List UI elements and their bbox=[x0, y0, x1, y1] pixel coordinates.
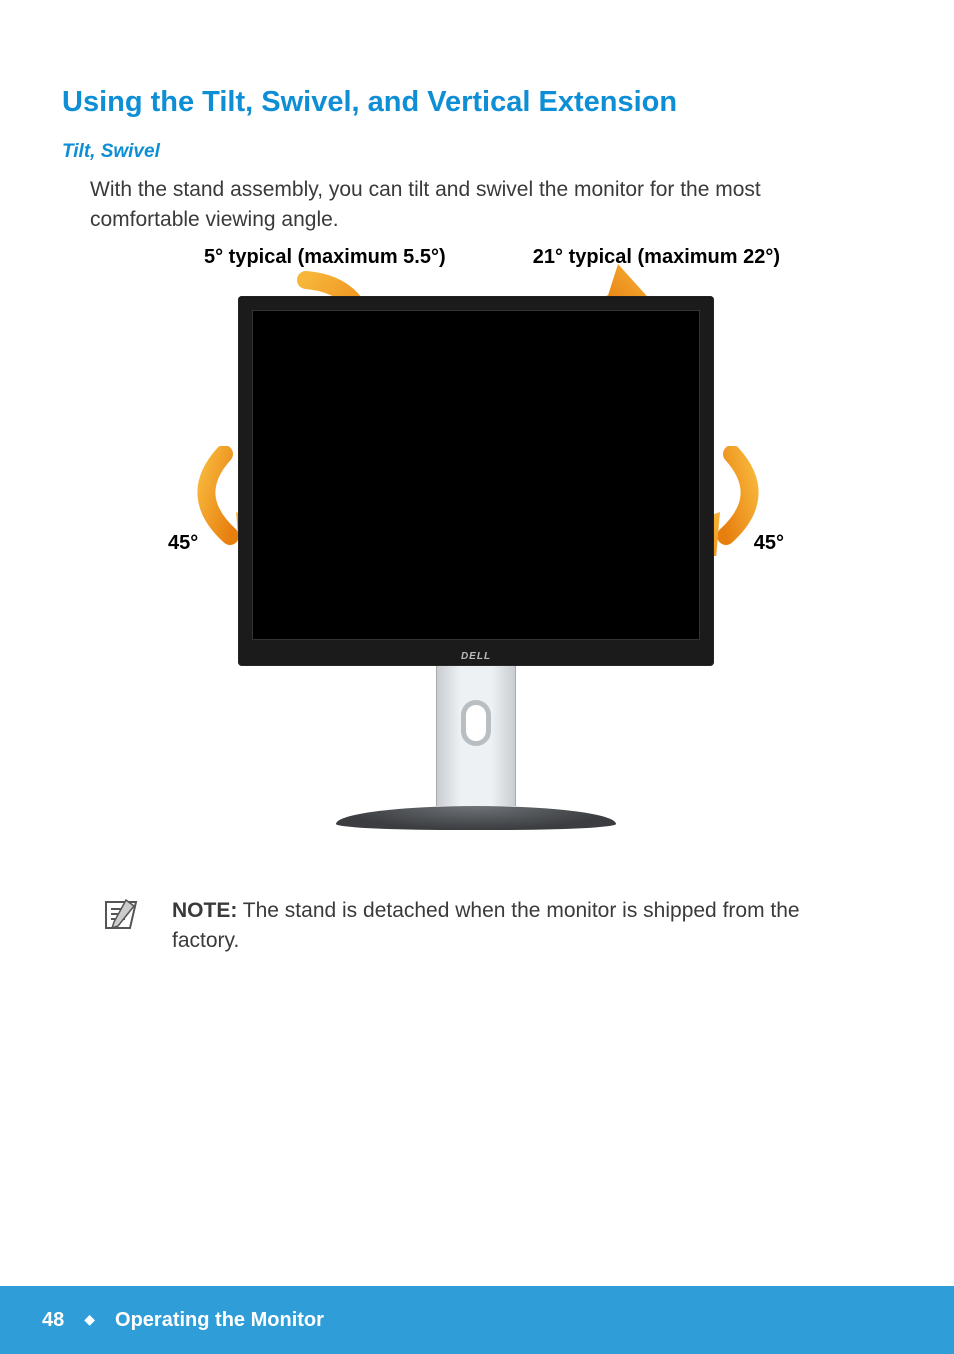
monitor-illustration: DELL bbox=[238, 296, 714, 830]
section-heading: Using the Tilt, Swivel, and Vertical Ext… bbox=[62, 86, 890, 119]
diamond-icon: ◆ bbox=[84, 1311, 95, 1328]
note-text: NOTE: The stand is detached when the mon… bbox=[172, 896, 864, 957]
note-block: NOTE: The stand is detached when the mon… bbox=[104, 896, 864, 957]
note-body: The stand is detached when the monitor i… bbox=[172, 899, 800, 952]
page-number: 48 bbox=[42, 1309, 64, 1332]
note-icon bbox=[104, 898, 138, 932]
cable-hole-icon bbox=[461, 700, 491, 746]
intro-paragraph: With the stand assembly, you can tilt an… bbox=[90, 175, 860, 236]
monitor-brand-label: DELL bbox=[461, 651, 491, 662]
page-footer: 48 ◆ Operating the Monitor bbox=[0, 1286, 954, 1354]
footer-section-title: Operating the Monitor bbox=[115, 1309, 324, 1332]
note-label: NOTE: bbox=[172, 899, 237, 922]
subsection-heading: Tilt, Swivel bbox=[62, 141, 890, 163]
tilt-swivel-diagram: 5° typical (maximum 5.5°) 21° typical (m… bbox=[166, 246, 786, 856]
tilt-back-label: 5° typical (maximum 5.5°) bbox=[204, 246, 446, 269]
